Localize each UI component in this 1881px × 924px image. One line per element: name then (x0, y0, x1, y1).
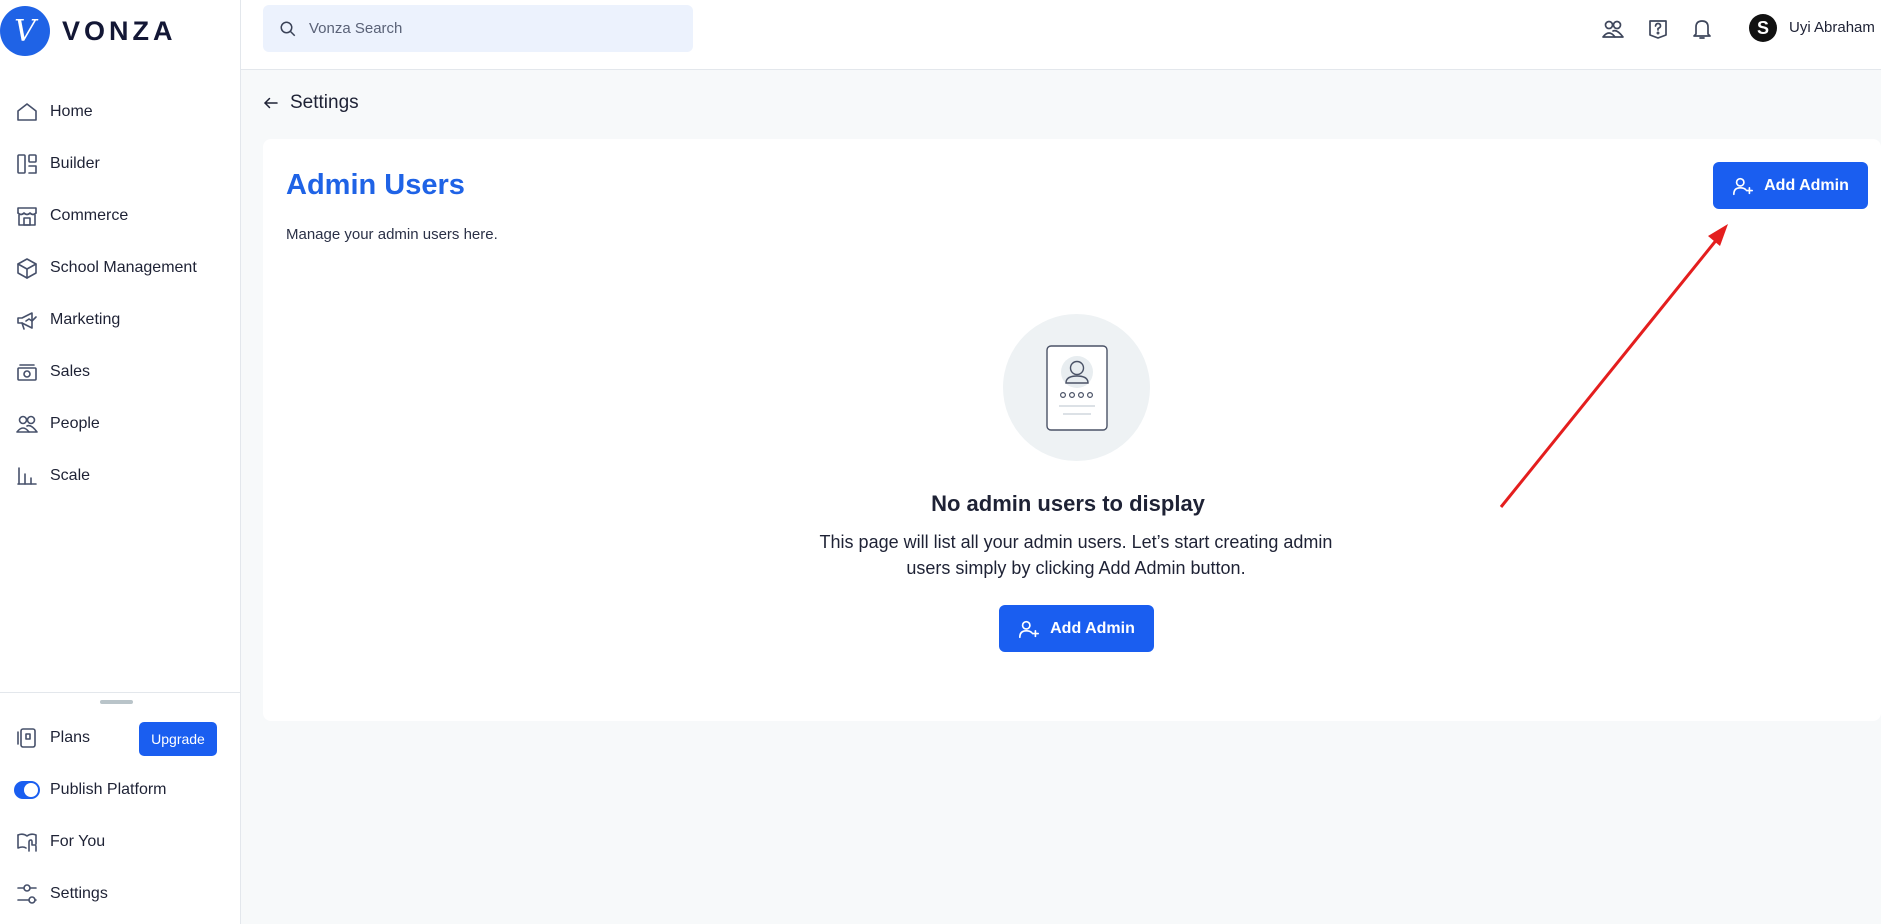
brand-logo[interactable]: V VONZA (0, 4, 177, 58)
add-admin-label: Add Admin (1050, 619, 1135, 637)
for-you-icon (14, 829, 40, 855)
sidebar-item-people[interactable]: People (0, 398, 240, 450)
store-icon (14, 203, 40, 229)
sidebar-item-school-management[interactable]: School Management (0, 242, 240, 294)
top-header: S Uyi Abraham (241, 0, 1881, 70)
sidebar-resize-handle[interactable] (100, 700, 133, 704)
sidebar-item-label: Scale (50, 467, 91, 484)
notification-bell-icon[interactable] (1688, 15, 1716, 43)
school-icon (14, 255, 40, 281)
people-icon (14, 411, 40, 437)
page-subtitle: Manage your admin users here. (286, 226, 498, 243)
logo-mark-icon: V (0, 6, 50, 56)
sidebar-item-label: School Management (50, 259, 197, 276)
sidebar-item-label: Home (50, 103, 93, 120)
add-admin-button[interactable]: Add Admin (999, 605, 1154, 652)
sidebar-item-label: Plans (50, 729, 91, 746)
empty-state-illustration (1003, 314, 1150, 461)
sidebar-item-publish-platform[interactable]: Publish Platform (0, 764, 240, 816)
sidebar-item-sales[interactable]: Sales (0, 346, 240, 398)
sidebar-item-label: Publish Platform (50, 781, 167, 798)
empty-state-title: No admin users to display (931, 491, 1205, 516)
brand-name: VONZA (62, 15, 177, 46)
add-user-icon (1019, 620, 1040, 638)
sidebar-item-home[interactable]: Home (0, 86, 240, 138)
sliders-icon (14, 881, 40, 907)
sidebar-item-for-you[interactable]: For You (0, 816, 240, 868)
arrow-left-icon (264, 97, 278, 109)
help-icon[interactable] (1644, 15, 1672, 43)
sidebar-item-builder[interactable]: Builder (0, 138, 240, 190)
community-icon[interactable] (1599, 15, 1627, 43)
sidebar-item-label: Settings (50, 885, 108, 902)
search-bar[interactable] (263, 5, 693, 52)
sidebar-divider (0, 692, 240, 693)
sidebar-item-label: Sales (50, 363, 91, 380)
avatar[interactable]: S (1749, 14, 1777, 42)
sidebar-item-label: Marketing (50, 311, 121, 328)
sidebar-item-label: Commerce (50, 207, 129, 224)
plans-icon (14, 725, 40, 751)
home-icon (14, 99, 40, 125)
publish-toggle[interactable] (14, 777, 40, 803)
sidebar-item-label: For You (50, 833, 106, 850)
main-nav: Home Builder Commerce School Management … (0, 86, 240, 502)
toggle-switch-icon (14, 781, 40, 799)
add-admin-button-header[interactable]: Add Admin (1713, 162, 1868, 209)
search-input[interactable] (309, 20, 669, 37)
sidebar-item-label: People (50, 415, 100, 432)
breadcrumb-settings: Settings (290, 92, 359, 113)
cash-icon (14, 359, 40, 385)
empty-state-description: This page will list all your admin users… (819, 532, 1333, 578)
sidebar-bottom-nav: Plans Upgrade Publish Platform For You S… (0, 712, 240, 920)
sidebar-item-commerce[interactable]: Commerce (0, 190, 240, 242)
page-title: Admin Users (286, 169, 465, 201)
sidebar-item-label: Builder (50, 155, 100, 172)
bar-chart-icon (14, 463, 40, 489)
search-icon (280, 21, 296, 36)
builder-icon (14, 151, 40, 177)
upgrade-button[interactable]: Upgrade (139, 722, 217, 756)
megaphone-icon (14, 307, 40, 333)
sidebar-item-plans[interactable]: Plans Upgrade (0, 712, 240, 764)
sidebar-item-settings[interactable]: Settings (0, 868, 240, 920)
user-card-icon (1045, 344, 1108, 431)
add-admin-label: Add Admin (1764, 176, 1849, 194)
sidebar-item-scale[interactable]: Scale (0, 450, 240, 502)
sidebar: V VONZA Home Builder Commerce School Man… (0, 0, 241, 924)
user-name[interactable]: Uyi Abraham (1789, 19, 1875, 36)
admin-users-card: Admin Users Manage your admin users here… (263, 139, 1881, 721)
sidebar-item-marketing[interactable]: Marketing (0, 294, 240, 346)
back-to-settings[interactable]: Settings (262, 92, 359, 114)
add-user-icon (1733, 177, 1754, 195)
